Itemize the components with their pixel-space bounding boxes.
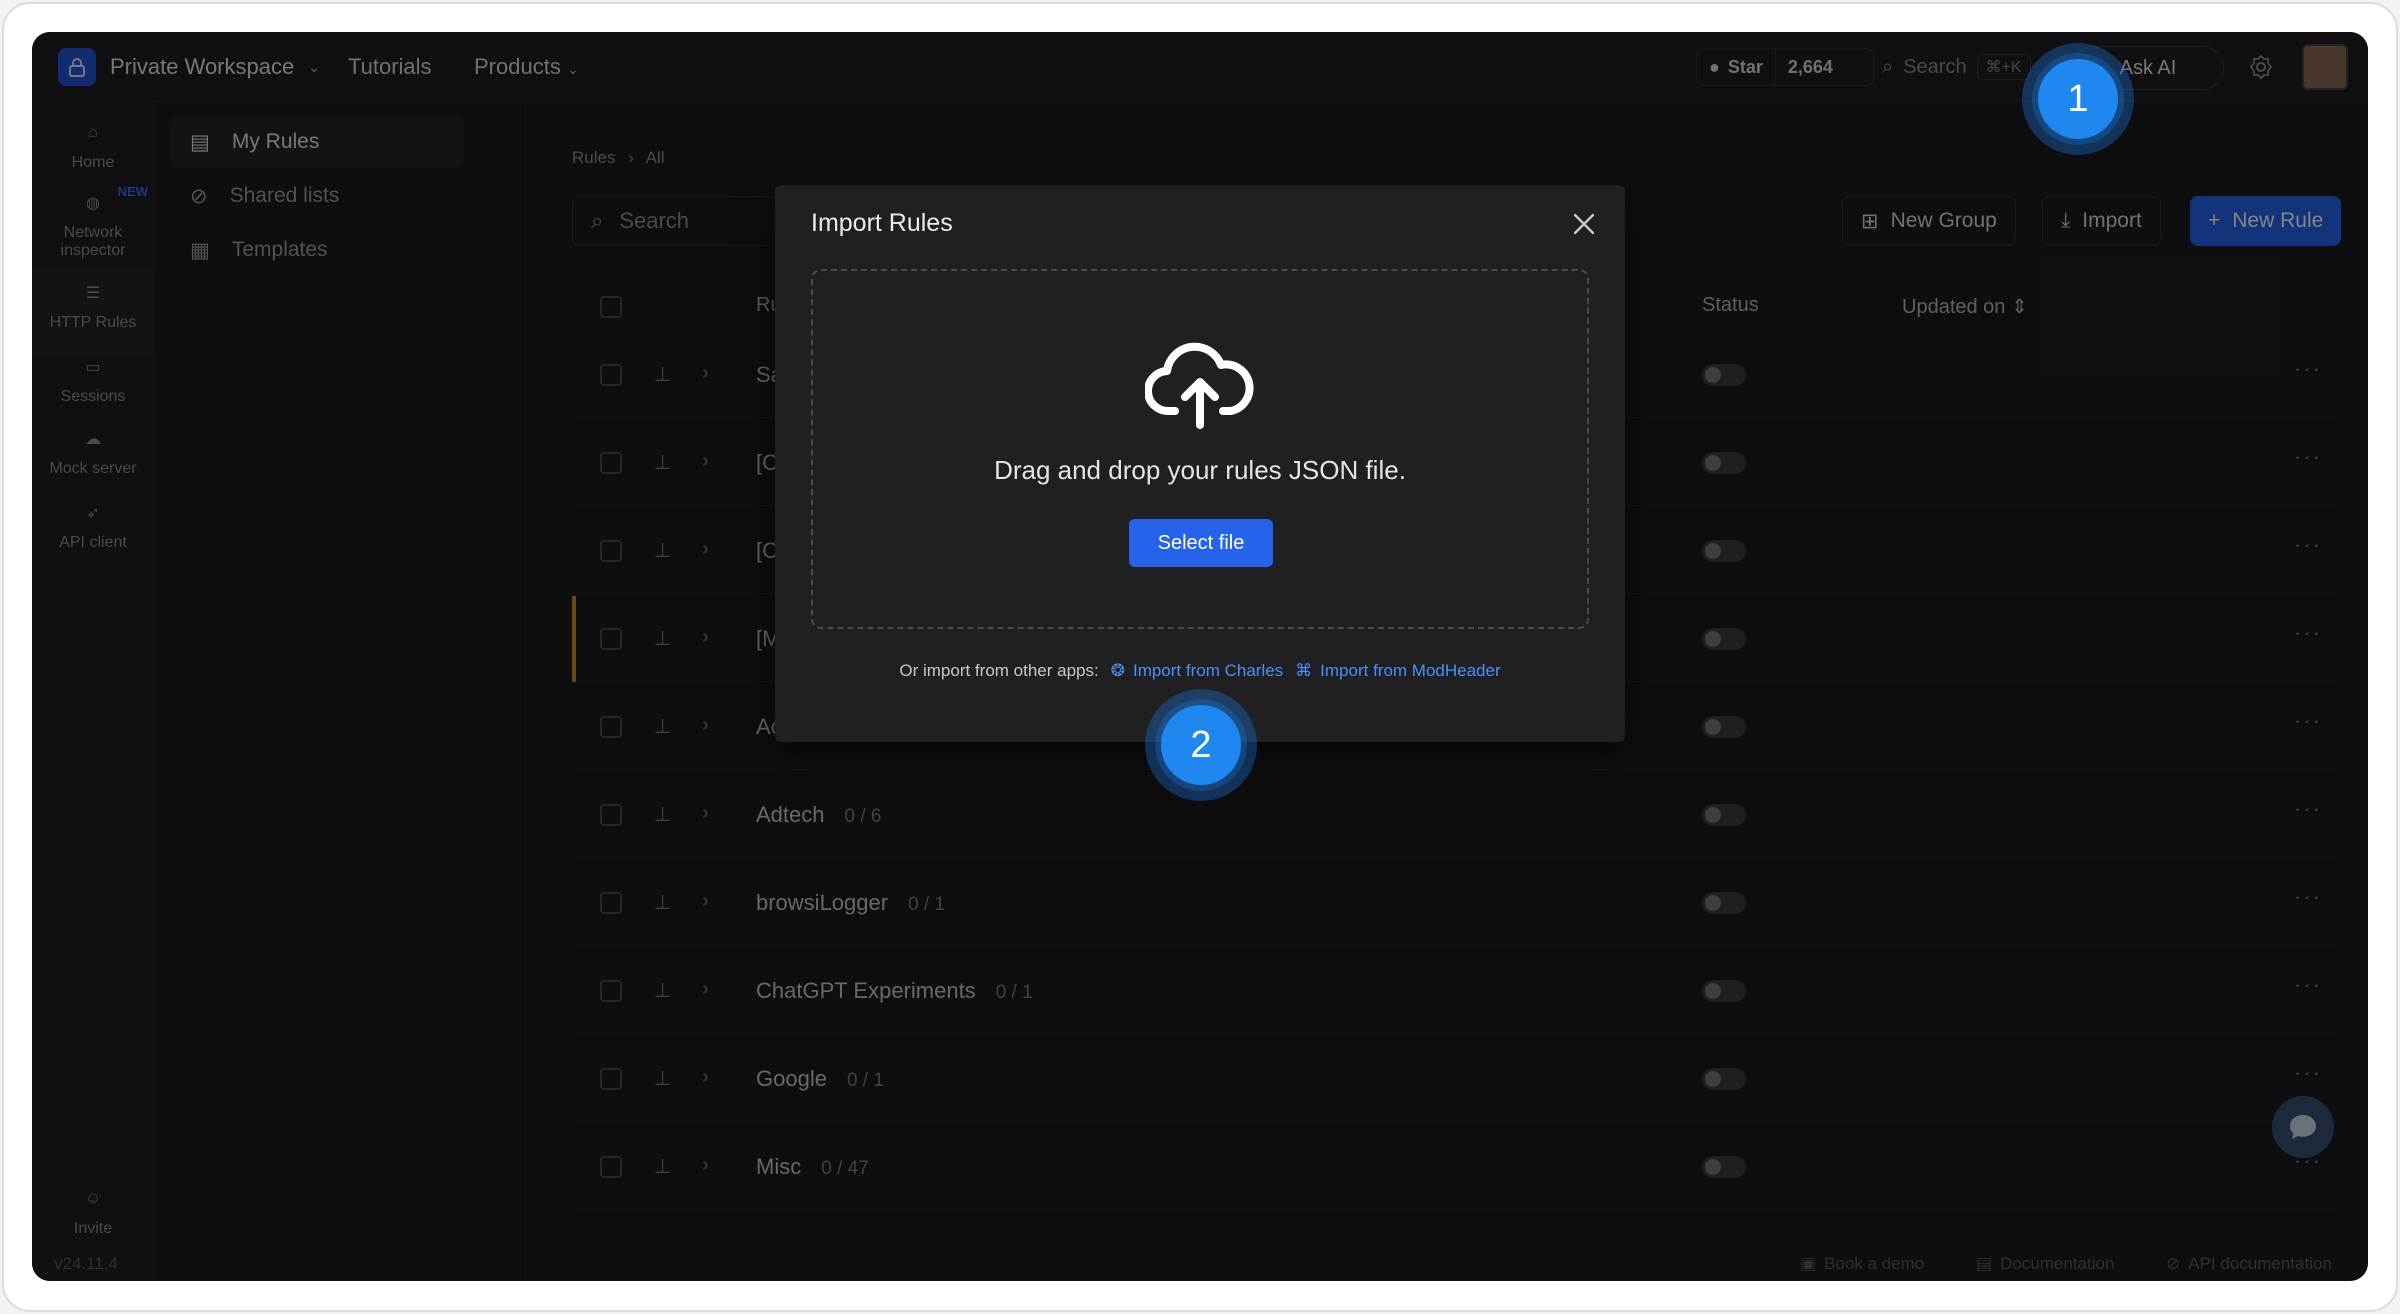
step-number-2: 2 <box>1161 705 1241 785</box>
import-charles-label: Import from Charles <box>1132 661 1284 680</box>
select-file-button[interactable]: Select file <box>1129 519 1273 567</box>
import-modheader-label: Import from ModHeader <box>1320 661 1501 680</box>
modal-title: Import Rules <box>811 209 953 237</box>
import-from-other-apps: Or import from other apps: ❂ Import from … <box>775 661 1625 681</box>
import-from-modheader-link[interactable]: ⌘ Import from ModHeader <box>1295 661 1500 681</box>
drop-instructions: Drag and drop your rules JSON file. <box>994 455 1406 485</box>
step-badge-2: 2 <box>1145 689 1257 801</box>
close-icon[interactable] <box>1571 211 1597 237</box>
step-number-1: 1 <box>2038 59 2118 139</box>
command-icon: ⌘ <box>1295 661 1313 680</box>
charles-icon: ❂ <box>1110 661 1125 680</box>
other-apps-label: Or import from other apps: <box>899 661 1099 680</box>
step-badge-1: 1 <box>2022 43 2134 155</box>
app-window: Private Workspace ⌄ Tutorials Products ⌄… <box>32 32 2368 1281</box>
cloud-upload-icon <box>1145 342 1254 429</box>
import-rules-modal: Import Rules Drag and drop your rules JS… <box>775 185 1625 742</box>
import-from-charles-link[interactable]: ❂ Import from Charles <box>1111 661 1283 681</box>
file-drop-zone[interactable]: Drag and drop your rules JSON file. Sele… <box>811 269 1589 629</box>
